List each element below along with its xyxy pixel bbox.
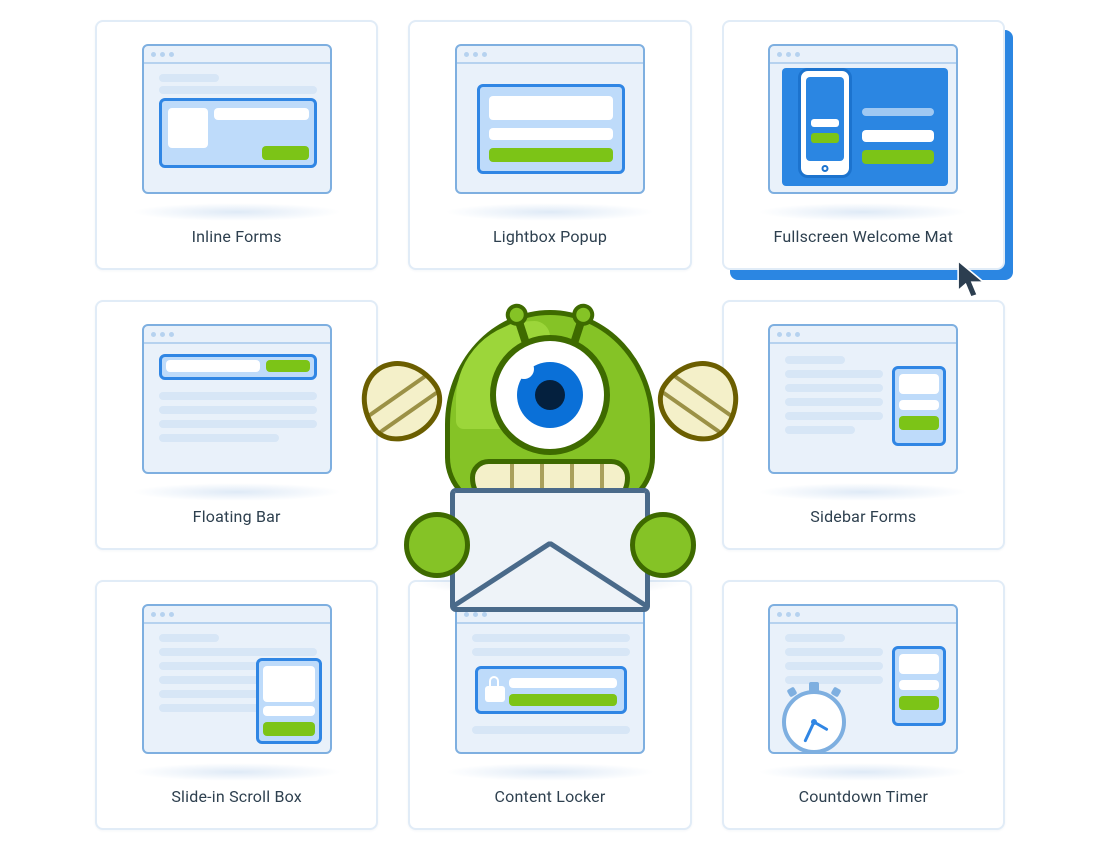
lock-icon bbox=[485, 676, 505, 702]
browser-frame-icon bbox=[142, 44, 332, 194]
illustration-lightbox-popup bbox=[440, 44, 660, 209]
campaign-types-grid: Inline Forms Lightbox Popup bbox=[0, 0, 1100, 850]
illustration-floating-bar bbox=[127, 324, 347, 489]
card-fullscreen-welcome-mat[interactable]: Fullscreen Welcome Mat bbox=[722, 20, 1005, 270]
card-label: Sidebar Forms bbox=[810, 507, 916, 526]
illustration-slidein-scroll-box bbox=[127, 604, 347, 769]
card-content-locker[interactable]: Content Locker bbox=[408, 580, 691, 830]
card-lightbox-popup[interactable]: Lightbox Popup bbox=[408, 20, 691, 270]
browser-frame-icon bbox=[455, 604, 645, 754]
illustration-sidebar-forms bbox=[753, 324, 973, 489]
card-label: Countdown Timer bbox=[799, 787, 928, 806]
browser-frame-icon bbox=[142, 604, 332, 754]
browser-frame-icon bbox=[768, 44, 958, 194]
browser-frame-icon bbox=[455, 44, 645, 194]
card-label: Content Locker bbox=[495, 787, 606, 806]
browser-frame-icon bbox=[142, 324, 332, 474]
cursor-icon bbox=[956, 258, 990, 302]
card-sidebar-forms[interactable]: Sidebar Forms bbox=[722, 300, 1005, 550]
card-label: Floating Bar bbox=[193, 507, 281, 526]
mascot-icon bbox=[390, 300, 710, 590]
envelope-icon bbox=[450, 488, 650, 612]
browser-frame-icon bbox=[768, 604, 958, 754]
illustration-fullscreen-welcome-mat bbox=[753, 44, 973, 209]
card-slidein-scroll-box[interactable]: Slide-in Scroll Box bbox=[95, 580, 378, 830]
card-label: Lightbox Popup bbox=[493, 227, 607, 246]
card-countdown-timer[interactable]: Countdown Timer bbox=[722, 580, 1005, 830]
card-label: Inline Forms bbox=[192, 227, 282, 246]
card-inline-forms[interactable]: Inline Forms bbox=[95, 20, 378, 270]
illustration-inline-forms bbox=[127, 44, 347, 209]
card-floating-bar[interactable]: Floating Bar bbox=[95, 300, 378, 550]
card-label: Slide-in Scroll Box bbox=[171, 787, 302, 806]
illustration-content-locker bbox=[440, 604, 660, 769]
card-label: Fullscreen Welcome Mat bbox=[774, 227, 954, 246]
illustration-countdown-timer bbox=[753, 604, 973, 769]
browser-frame-icon bbox=[768, 324, 958, 474]
phone-icon bbox=[798, 68, 852, 178]
stopwatch-icon bbox=[782, 690, 846, 754]
